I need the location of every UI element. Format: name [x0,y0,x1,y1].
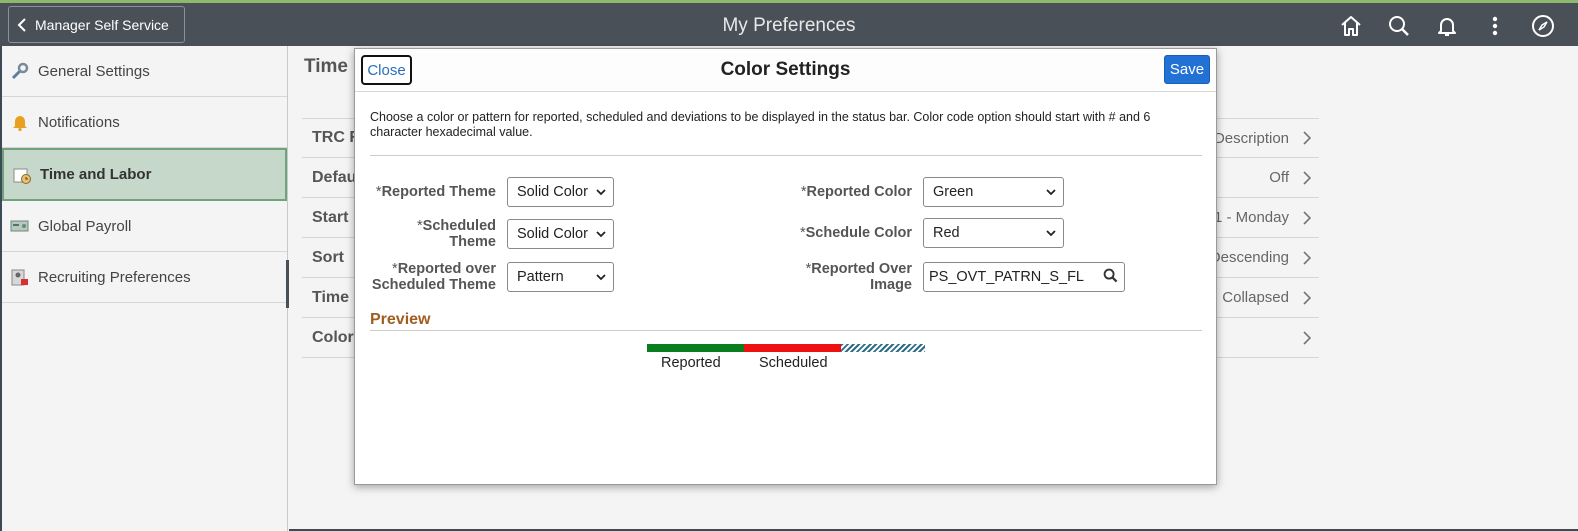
sidebar-item-label: Global Payroll [38,217,132,235]
payroll-icon [10,216,30,236]
chevron-right-icon [1295,250,1319,265]
bell-icon [10,112,30,132]
divider [370,155,1202,156]
reported-color-label: *Reported Color [800,184,912,200]
chevron-down-icon [1045,186,1057,198]
back-button[interactable]: Manager Self Service [8,6,185,43]
instructions-text: Choose a color or pattern for reported, … [370,110,1151,139]
select-value: Pattern [517,269,564,285]
row-label: Defau [312,168,357,186]
row-value: Descending [1209,249,1289,266]
reported-color-select[interactable]: Green [923,177,1064,207]
reported-theme-label: *Reported Theme [375,184,496,200]
back-button-label: Manager Self Service [35,16,169,33]
row-value: 1 - Monday [1213,209,1289,226]
wrench-icon [10,61,30,81]
sidebar-item-label: General Settings [38,62,150,80]
chevron-right-icon [1295,330,1319,345]
lookup-value: PS_OVT_PATRN_S_FL [929,269,1084,285]
scheduled-theme-select[interactable]: Solid Color [507,219,614,249]
recruiting-icon [10,267,30,287]
sidebar-item-general-settings[interactable]: General Settings [2,46,287,97]
close-button[interactable]: Close [361,55,412,85]
reported-over-scheduled-theme-label: *Reported over Scheduled Theme [371,261,496,293]
sidebar-item-label: Notifications [38,113,120,131]
section-title: Time [304,56,349,77]
chevron-right-icon [1295,290,1319,305]
top-header: Manager Self Service My Preferences [0,0,1578,46]
sidebar: General Settings Notifications Time and … [0,46,288,531]
reported-over-scheduled-theme-select[interactable]: Pattern [507,262,614,292]
chevron-down-icon [1045,227,1057,239]
row-label: Sort [312,248,344,266]
sidebar-item-time-and-labor[interactable]: Time and Labor [2,148,287,201]
clock-calendar-icon [12,165,32,185]
sidebar-item-notifications[interactable]: Notifications [2,97,287,148]
chevron-down-icon [595,271,607,283]
reported-over-image-label: *Reported Over Image [805,261,912,293]
sidebar-item-label: Recruiting Preferences [38,268,191,286]
row-label: Start [312,208,349,226]
chevron-down-icon [595,186,607,198]
home-icon[interactable] [1338,13,1364,39]
sidebar-item-label: Time and Labor [40,166,152,183]
chevron-down-icon [595,228,607,240]
select-value: Red [933,225,960,241]
preview-scheduled-label: Scheduled [759,355,828,371]
select-value: Solid Color [517,184,588,200]
chevron-left-icon [9,17,35,33]
scheduled-theme-label: *Scheduled Theme [417,218,496,250]
row-value: Description [1213,129,1289,147]
color-settings-modal: Close Color Settings Save Choose a color… [354,48,1217,485]
preview-reported-label: Reported [661,355,721,371]
preview-scheduled-bar [744,344,841,352]
reported-over-image-field[interactable]: PS_OVT_PATRN_S_FL [923,262,1125,292]
save-button[interactable]: Save [1164,55,1210,84]
sidebar-item-global-payroll[interactable]: Global Payroll [2,201,287,252]
divider [370,330,1202,331]
row-value: Collapsed [1222,289,1289,306]
row-label: Time [312,288,350,306]
reported-theme-select[interactable]: Solid Color [507,177,614,207]
preview-pattern-bar [841,344,925,352]
schedule-color-select[interactable]: Red [923,218,1064,248]
modal-title: Color Settings [720,59,851,80]
chevron-right-icon [1295,210,1319,225]
compass-icon[interactable] [1530,13,1556,39]
preview-title: Preview [370,311,431,328]
more-vertical-icon[interactable] [1482,13,1508,39]
row-label: Color [312,328,354,346]
select-value: Green [933,184,974,200]
row-value: Off [1269,169,1289,186]
modal-header: Close Color Settings Save [355,49,1216,92]
search-icon[interactable] [1103,268,1118,287]
preview-reported-bar [647,344,744,352]
search-icon[interactable] [1386,13,1412,39]
chevron-right-icon [1295,170,1319,185]
bell-icon[interactable] [1434,13,1460,39]
select-value: Solid Color [517,226,588,242]
chevron-right-icon [1295,131,1319,145]
schedule-color-label: *Schedule Color [799,225,912,241]
sidebar-item-recruiting-preferences[interactable]: Recruiting Preferences [2,252,287,303]
